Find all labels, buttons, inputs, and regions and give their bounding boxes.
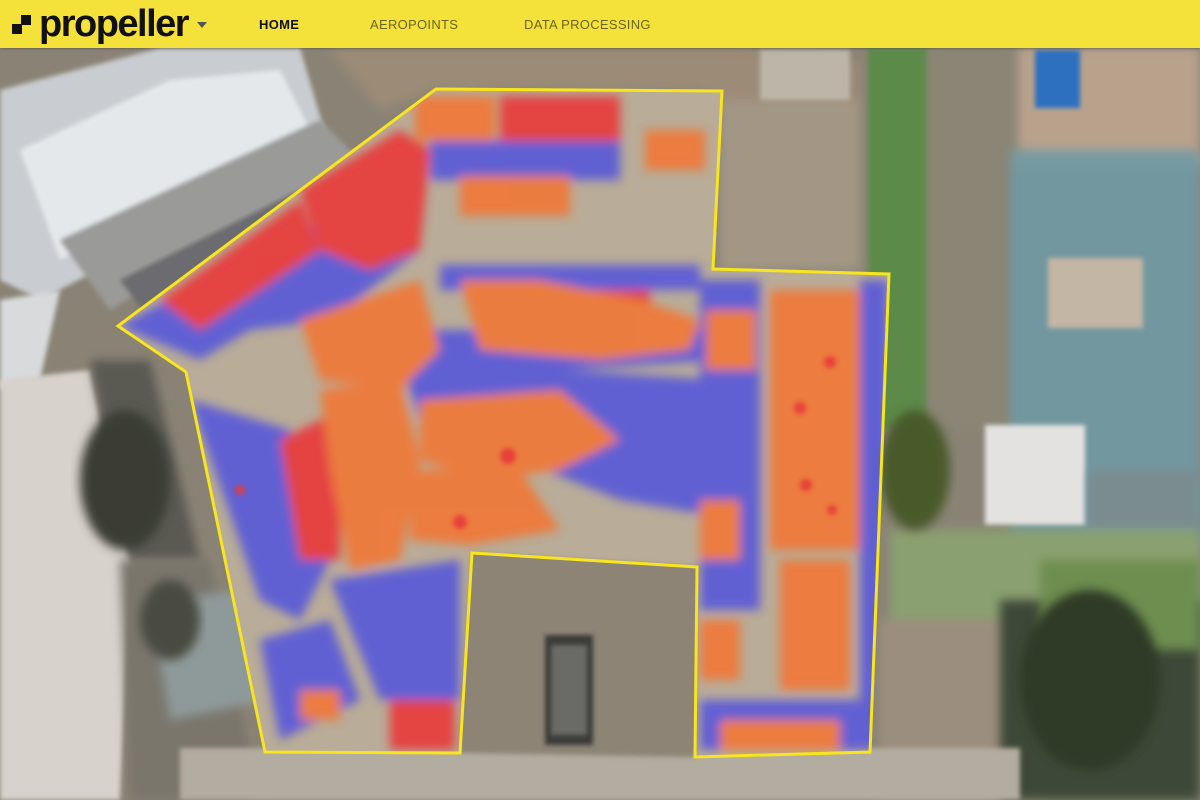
nav-aeropoints[interactable]: AEROPOINTS [370, 0, 458, 48]
chevron-down-icon[interactable] [197, 22, 208, 28]
map-canvas[interactable] [0, 48, 1200, 800]
logo-text: propeller [39, 3, 190, 45]
site-map-view[interactable] [0, 48, 1200, 800]
nav-home[interactable]: HOME [259, 0, 299, 48]
top-navigation-bar: propeller HOME AEROPOINTS DATA PROCESSIN… [0, 0, 1200, 48]
propeller-logo-icon [12, 15, 34, 37]
nav-data-processing[interactable]: DATA PROCESSING [524, 0, 651, 48]
propeller-logo-menu[interactable]: propeller [12, 3, 208, 45]
